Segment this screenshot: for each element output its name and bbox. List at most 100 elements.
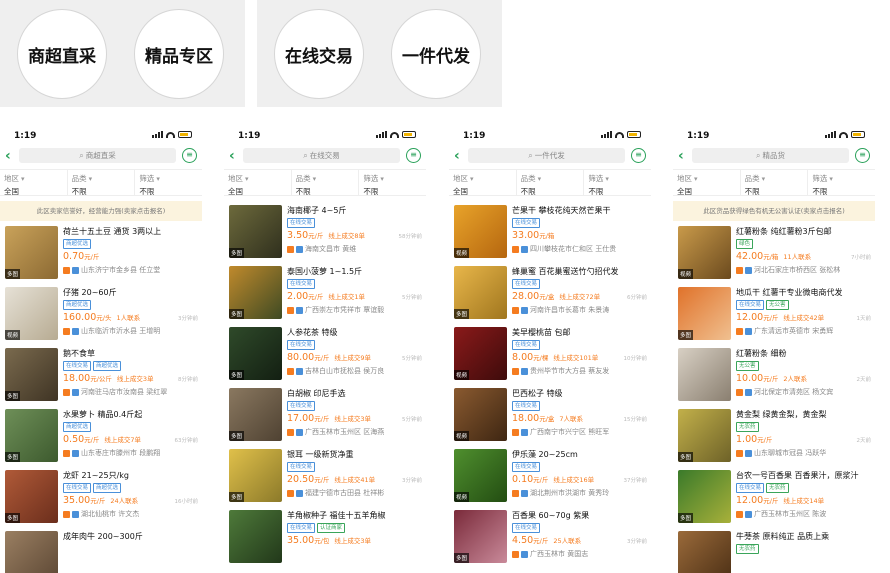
search-input[interactable]: ⌕ 在线交易 (243, 148, 400, 163)
list-item[interactable]: 多图 百香果 60~70g 紫果 在线交易 4.50元/斤 25人联系 3分钟前 广西玉林市… (449, 505, 651, 566)
list-item[interactable]: 红薯粉条 细粉 无公害 10.00元/斤 2人联系 2天前 河北保定市清苑区 杨文宾 (673, 343, 875, 404)
product-image[interactable]: 视频 (454, 388, 507, 441)
cart-icon[interactable]: ≡ (182, 148, 197, 163)
list-item[interactable]: 视频 红薯粉条 纯红薯粉3斤包邮 绿色 42.00元/箱 11人联系 7小时前 河北石家庄市… (673, 221, 875, 282)
badge-row: 商超优选 (63, 422, 198, 433)
filter-2[interactable]: 筛选不限 (135, 170, 202, 196)
product-image[interactable]: 多图 (454, 266, 507, 319)
list-item[interactable]: 多图 银耳 一级新货净重 在线交易 20.50元/斤 线上成交41单 3分钟前 福建宁德市古… (224, 444, 426, 505)
list-item[interactable]: 多图 黄金梨 绿黄金梨，黄金梨 无农药 1.00元/斤 2天前 山东聊城市冠县 冯跃华 (673, 404, 875, 465)
filter-0[interactable]: 地区全国 (449, 170, 517, 196)
search-input[interactable]: ⌕ 一件代发 (468, 148, 625, 163)
seller-row: 河南许昌市长葛市 朱景涛 (512, 305, 647, 315)
product-image[interactable]: 多图 (229, 449, 282, 502)
product-image[interactable]: 多图 (454, 510, 507, 563)
product-image[interactable]: 多图 (678, 470, 731, 523)
item-info: 银耳 一级新货净重 在线交易 20.50元/斤 线上成交41单 3分钟前 福建宁德市古田县… (287, 449, 422, 498)
product-image[interactable]: 多图 (5, 470, 58, 523)
list-item[interactable]: 多图 白胡椒 印尼手选 在线交易 17.00元/斤 线上成交3单 5分钟前 广西玉林市玉州区… (224, 383, 426, 444)
list-item[interactable]: 多图 荷兰十五土豆 通货 3两以上 商超优选 0.70元/斤 山东济宁市金乡县 任立堂 (0, 221, 202, 282)
notice-banner[interactable]: 此区卖家信誉好，经营能力强(卖家点击报名) (0, 201, 202, 221)
list-item[interactable]: 牛蒡茶 原料纯正 品质上乘无农药 (673, 526, 875, 573)
media-tag: 多图 (5, 391, 21, 401)
filter-2[interactable]: 筛选不限 (359, 170, 426, 196)
cart-icon[interactable]: ≡ (406, 148, 421, 163)
filter-1[interactable]: 品类不限 (517, 170, 585, 196)
list-item[interactable]: 视频 巴西松子 特级 在线交易 18.00元/盒 7人联系 15分钟前 广西南宁市兴宁区 熊… (449, 383, 651, 444)
filter-2[interactable]: 筛选不限 (584, 170, 651, 196)
search-input[interactable]: ⌕ 精品货 (692, 148, 849, 163)
item-price: 28.00 (512, 291, 540, 302)
list-item[interactable]: 多图 龙虾 21~25只/kg 在线交易 商超优选 35.00元/斤 24人联系 16小时前… (0, 465, 202, 526)
list-item[interactable]: 羊角椒种子 福佳十五羊角椒 在线交易 认证商家 35.00元/包 线上成交3单 (224, 505, 426, 566)
seller-row: 广西玉林市 黄国志 (512, 549, 647, 559)
product-image[interactable]: 视频 (454, 449, 507, 502)
verified-icon (72, 266, 79, 274)
list-item[interactable]: 多图 人参花茶 特级 在线交易 80.00元/斤 线上成交9单 5分钟前 吉林白山市抚松县 … (224, 322, 426, 383)
list-item[interactable]: 视频 美早樱桃苗 包邮 在线交易 8.00元/棵 线上成交101单 10分钟前 贵州毕节市大… (449, 322, 651, 383)
item-title: 牛蒡茶 原料纯正 品质上乘 (736, 532, 830, 541)
list-item[interactable]: 视频 伊乐藻 20~25cm 在线交易 0.10元/斤 线上成交16单 37分钟前 湖北荆州… (449, 444, 651, 505)
product-image[interactable]: 多图 (678, 409, 731, 462)
back-arrow-icon[interactable]: ‹ (229, 149, 235, 163)
list-item[interactable]: 多图 水果萝卜 精品0.4斤起 商超优选 0.50元/斤 线上成交7单 63分钟前 山东枣庄… (0, 404, 202, 465)
product-image[interactable] (229, 510, 282, 563)
product-image[interactable]: 多图 (229, 388, 282, 441)
verified-icon (745, 388, 752, 396)
item-price: 42.00 (736, 251, 764, 262)
list-item[interactable]: 多图 台农一号百香果 百香果汁，原浆汁 在线交易 无农药 12.00元/斤 线上成交14单… (673, 465, 875, 526)
back-arrow-icon[interactable]: ‹ (5, 149, 11, 163)
product-image[interactable]: 多图 (229, 327, 282, 380)
list-item[interactable]: 视频 仔猪 20~60斤 商超优选 160.00元/头 1人联系 3分钟前 山东临沂市沂水县… (0, 282, 202, 343)
filter-2[interactable]: 筛选不限 (808, 170, 875, 196)
filter-value: 不限 (295, 187, 311, 196)
filter-1[interactable]: 品类不限 (68, 170, 136, 196)
status-bar: 1:19 (0, 123, 202, 147)
filter-0[interactable]: 地区全国 (0, 170, 68, 196)
wifi-icon (390, 131, 399, 138)
product-image[interactable]: 视频 (454, 327, 507, 380)
cart-icon[interactable]: ≡ (855, 148, 870, 163)
item-badge: 在线交易 (512, 218, 541, 228)
filter-1[interactable]: 品类不限 (292, 170, 360, 196)
filter-0[interactable]: 地区全国 (224, 170, 292, 196)
product-image[interactable]: 视频 (454, 205, 507, 258)
back-arrow-icon[interactable]: ‹ (454, 149, 460, 163)
badge-row: 无农药 (736, 544, 871, 555)
cart-icon[interactable]: ≡ (631, 148, 646, 163)
list-item[interactable]: 多图 蜂巢蜜 百花巢蜜送竹勺招代发 在线交易 28.00元/盒 线上成交72单 6分钟前河… (449, 261, 651, 322)
filter-0[interactable]: 地区全国 (673, 170, 741, 196)
product-image[interactable] (678, 531, 731, 573)
product-image[interactable]: 多图 (5, 409, 58, 462)
item-info: 巴西松子 特级 在线交易 18.00元/盒 7人联系 15分钟前 广西南宁市兴宁区 熊旺军 (512, 388, 647, 437)
deal-count: 线上成交9单 (334, 354, 372, 362)
filter-1[interactable]: 品类不限 (741, 170, 809, 196)
deal-count: 线上成交41单 (334, 476, 376, 484)
product-image[interactable]: 多图 (229, 266, 282, 319)
item-badge: 在线交易 (512, 523, 541, 533)
product-image[interactable]: 多图 (229, 205, 282, 258)
price-unit: 元/斤 (314, 415, 330, 423)
search-input[interactable]: ⌕ 商超直采 (19, 148, 176, 163)
product-image[interactable] (5, 531, 58, 573)
back-arrow-icon[interactable]: ‹ (678, 149, 684, 163)
price-row: 28.00元/盒 线上成交72单 6分钟前 (512, 291, 647, 303)
list-item[interactable]: 多图 地瓜干 红薯干专业微电商代发 在线交易 无公害 12.00元/斤 线上成交42单 1天… (673, 282, 875, 343)
time-ago: 8分钟前 (178, 377, 198, 383)
filter-value: 不限 (744, 187, 760, 196)
list-item[interactable]: 多图 泰国小菠萝 1~1.5斤 在线交易 2.00元/斤 线上成交1单 5分钟前 广西崇左市… (224, 261, 426, 322)
product-image[interactable]: 视频 (678, 226, 731, 279)
product-image[interactable]: 视频 (5, 287, 58, 340)
list-item[interactable]: 多图 海南椰子 4~5斤 在线交易 3.50元/斤 线上成交8单 58分钟前 海南文昌市 黄… (224, 200, 426, 261)
time-ago: 16小时前 (174, 499, 199, 505)
notice-banner[interactable]: 此区货品获得绿色有机无公害认证(卖家点击报名) (673, 201, 875, 221)
product-image[interactable] (678, 348, 731, 401)
item-info: 人参花茶 特级 在线交易 80.00元/斤 线上成交9单 5分钟前 吉林白山市抚松县 侯万… (287, 327, 422, 376)
product-image[interactable]: 多图 (5, 226, 58, 279)
list-item[interactable]: 视频 芒果干 攀枝花纯天然芒果干 在线交易 33.00元/箱 四川攀枝花市仁和区 王仕贵 (449, 200, 651, 261)
list-item[interactable]: 成年肉牛 200~300斤 (0, 526, 202, 573)
item-price: 20.50 (287, 474, 315, 485)
product-image[interactable]: 多图 (678, 287, 731, 340)
product-image[interactable]: 多图 (5, 348, 58, 401)
list-item[interactable]: 多图 鹅不食草 在线交易 商超优选 18.00元/公斤 线上成交3单 8分钟前 河南驻马店市汝… (0, 343, 202, 404)
